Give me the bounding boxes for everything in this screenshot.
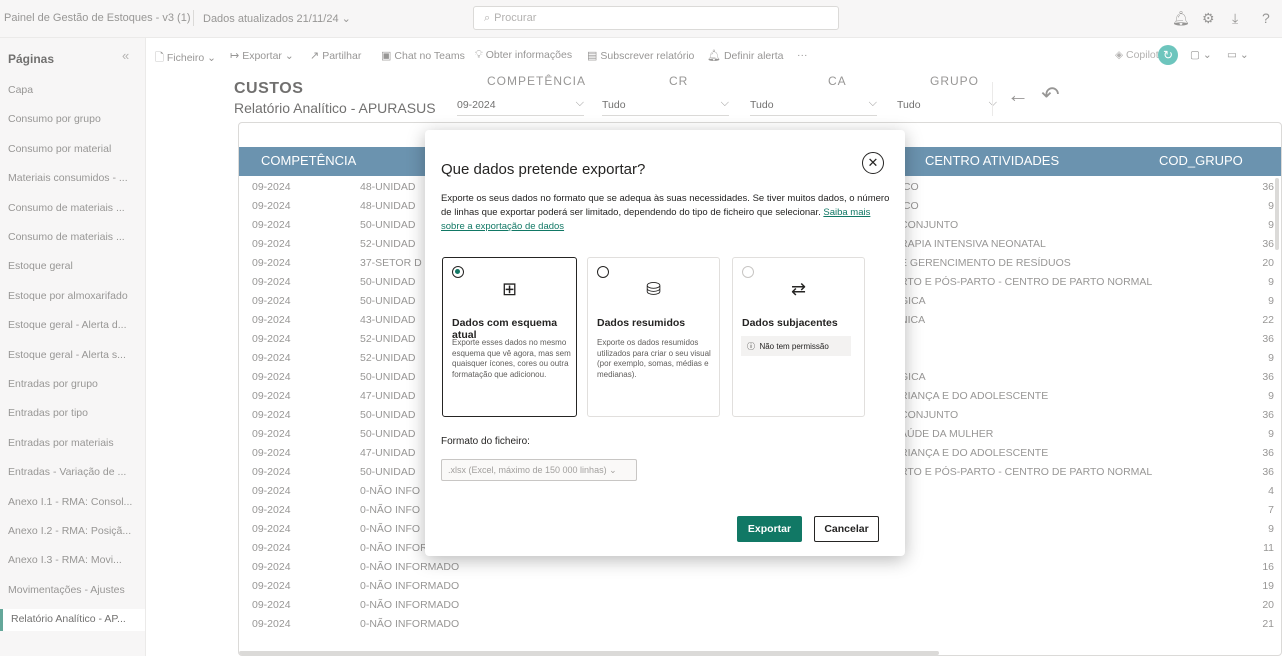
option-desc: Exporte os dados resumidos utilizados pa… <box>597 338 711 379</box>
data-transfer-icon: ⇄ <box>790 279 807 299</box>
option-desc: Exporte esses dados no mesmo esquema que… <box>452 338 571 379</box>
option-summarized-data[interactable]: ⛁ Dados resumidos Exporte os dados resum… <box>587 257 720 417</box>
info-icon: ⓘ <box>747 342 755 351</box>
radio-unselected[interactable] <box>597 266 609 278</box>
radio-selected[interactable] <box>452 266 464 278</box>
close-icon[interactable]: ✕ <box>862 152 884 174</box>
export-dialog: Que dados pretende exportar? ✕ Exporte o… <box>425 130 905 556</box>
format-select[interactable]: .xlsx (Excel, máximo de 150 000 linhas) … <box>441 459 637 481</box>
option-title: Dados subjacentes <box>742 317 838 329</box>
radio-disabled <box>742 266 754 278</box>
export-button[interactable]: Exportar <box>737 516 802 542</box>
table-icon: ⊞ <box>501 279 518 299</box>
option-underlying-data: ⇄ Dados subjacentes ⓘ Não tem permissão <box>732 257 865 417</box>
option-current-layout[interactable]: ⊞ Dados com esquema atual Exporte esses … <box>442 257 577 417</box>
cancel-button[interactable]: Cancelar <box>814 516 879 542</box>
option-title: Dados resumidos <box>597 317 686 329</box>
dialog-description: Exporte os seus dados no formato que se … <box>441 193 890 232</box>
database-icon: ⛁ <box>645 279 662 299</box>
format-label: Formato do ficheiro: <box>441 436 530 447</box>
no-permission-notice: ⓘ Não tem permissão <box>741 336 851 356</box>
dialog-title: Que dados pretende exportar? <box>441 161 646 178</box>
